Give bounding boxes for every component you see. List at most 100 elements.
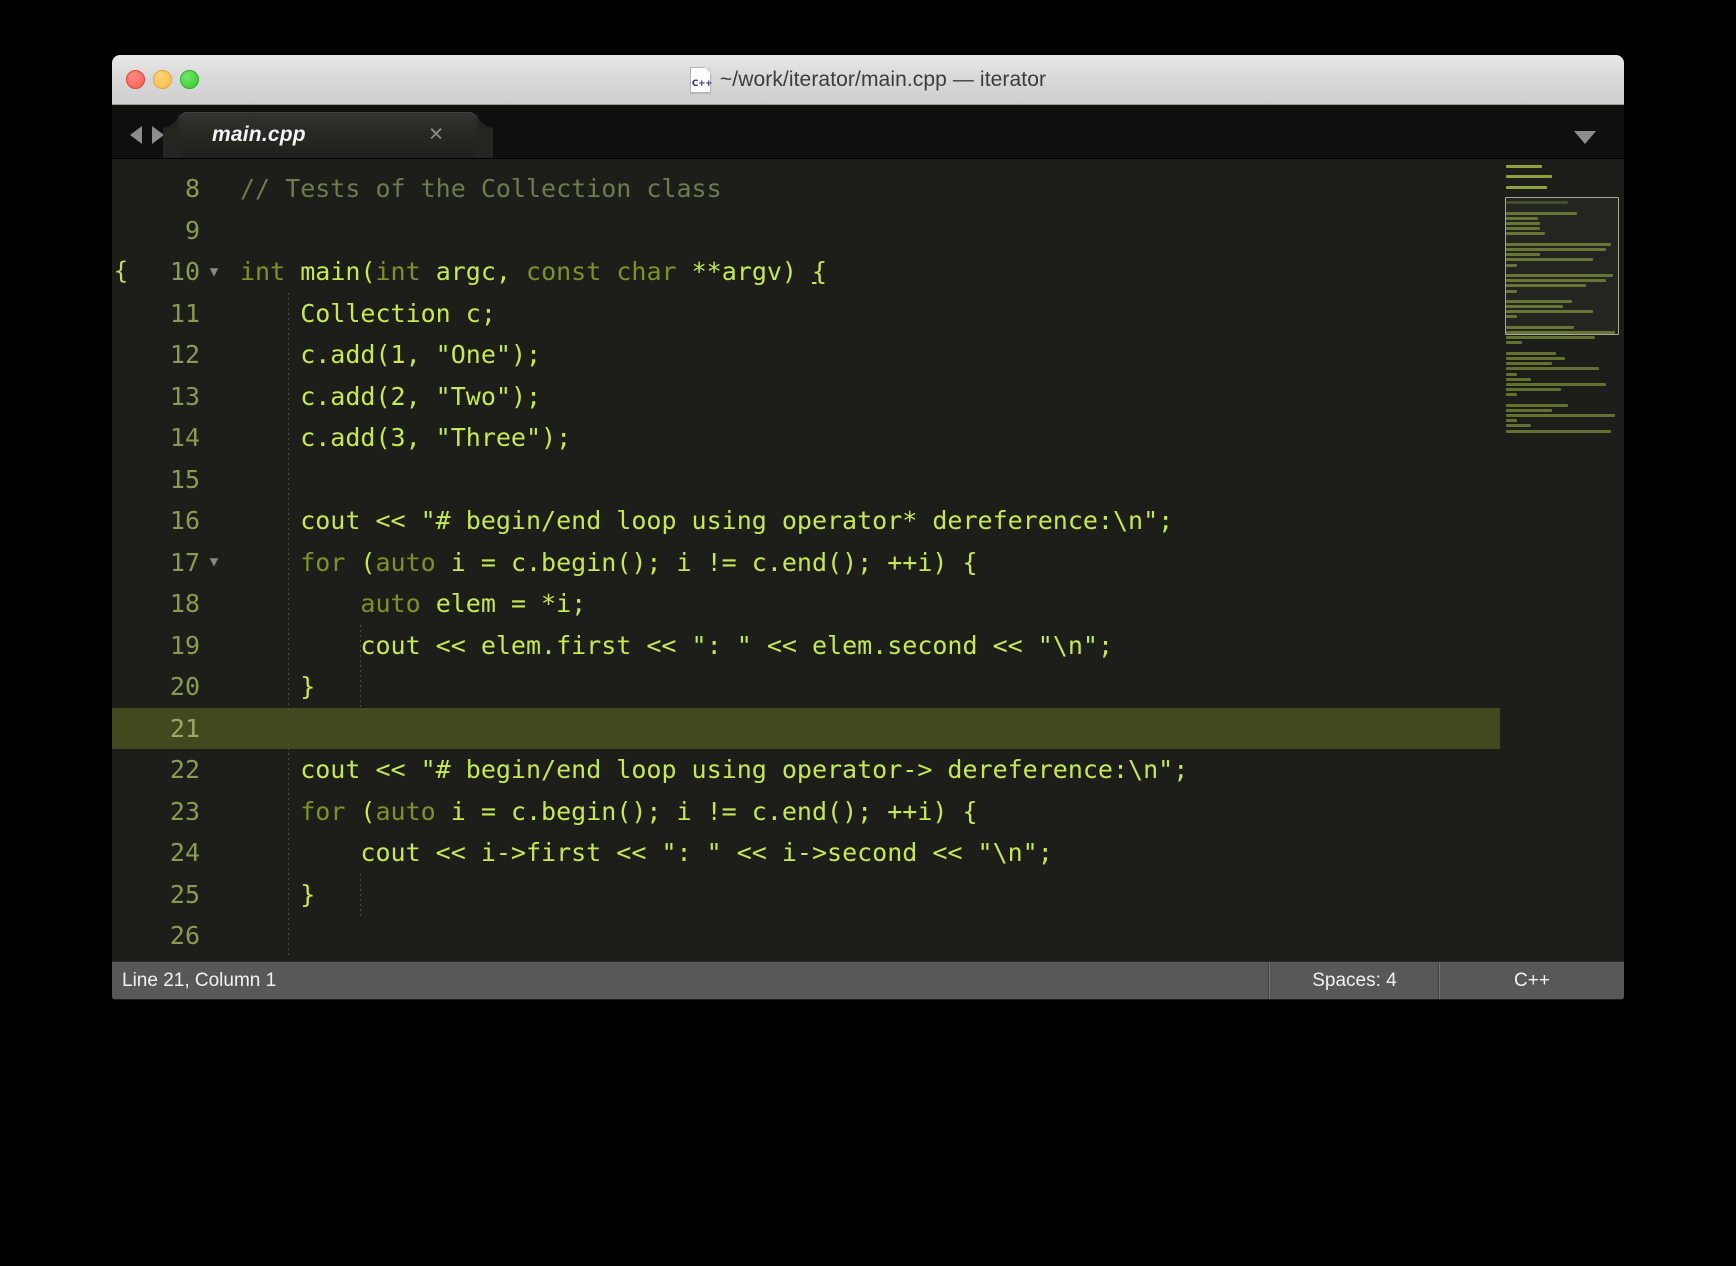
code-token: ;: [1037, 838, 1053, 867]
code-token: }: [240, 672, 316, 701]
code-line[interactable]: 17 ▼ for (auto i = c.begin(); i != c.end(…: [112, 542, 1624, 584]
minimize-window-button[interactable]: [153, 70, 172, 89]
code-token: (: [345, 796, 376, 826]
minimap-line: [1506, 279, 1607, 283]
code-token: int: [375, 257, 421, 286]
code-line[interactable]: 15: [112, 459, 1624, 501]
minimap-line: [1506, 258, 1593, 262]
line-number: 13: [169, 381, 200, 411]
line-number: 12: [169, 340, 200, 369]
minimap-line: [1506, 253, 1541, 257]
minimap-line: [1506, 362, 1552, 366]
code-token: c.add(2,: [240, 381, 436, 411]
code-line[interactable]: 9: [112, 210, 1624, 252]
code-lines[interactable]: 8// Tests of the Collection class 9{10 ▼ in…: [112, 159, 1624, 961]
code-text: cout << i->first << ": " << i->second <<…: [228, 832, 1053, 874]
minimap-line: [1506, 382, 1607, 386]
cursor-position-status[interactable]: Line 21, Column 1: [112, 970, 1269, 992]
tab-main-cpp[interactable]: main.cpp ✕: [163, 112, 493, 158]
code-text: int main(int argc, const char **argv) {: [228, 251, 827, 293]
code-line[interactable]: 12 c.add(1, "One");: [112, 334, 1624, 376]
code-line[interactable]: 24 cout << i->first << ": " << i->second…: [112, 832, 1624, 874]
line-number: 22: [169, 755, 200, 784]
minimap-line: [1506, 248, 1607, 251]
code-line[interactable]: 11 Collection c;: [112, 293, 1624, 335]
chevron-down-icon[interactable]: [1574, 131, 1596, 144]
zoom-window-button[interactable]: [180, 70, 199, 89]
line-number: 17: [169, 547, 200, 577]
code-line[interactable]: 21: [112, 707, 1624, 749]
minimap-line: [1506, 227, 1541, 231]
code-token: (: [360, 257, 376, 286]
window-titlebar[interactable]: C++ ~/work/iterator/main.cpp — iterator: [112, 55, 1624, 105]
minimap-line: [1506, 336, 1595, 340]
code-line[interactable]: 14 c.add(3, "Three");: [112, 417, 1624, 459]
minimap-line: [1506, 408, 1552, 412]
syntax-mode-status[interactable]: C++: [1439, 962, 1624, 999]
code-token: cout << elem.first <<: [240, 630, 692, 660]
code-line[interactable]: 20 }: [112, 666, 1624, 708]
code-text: c.add(1, "One");: [228, 334, 541, 376]
window-title: ~/work/iterator/main.cpp — iterator: [719, 67, 1047, 91]
close-window-button[interactable]: [126, 70, 145, 89]
code-token: Collection c;: [240, 298, 496, 328]
minimap-line: [1506, 429, 1611, 433]
code-token: auto: [360, 589, 421, 618]
code-line[interactable]: 25 }: [112, 874, 1624, 916]
code-line[interactable]: 22 cout << "# begin/end loop using opera…: [112, 749, 1624, 791]
minimap-line: [1506, 201, 1568, 205]
code-token: cout <<: [240, 755, 421, 784]
minimap-line: [1506, 273, 1614, 277]
line-number: 8: [184, 174, 200, 203]
code-token: int: [240, 257, 286, 286]
indentation-status[interactable]: Spaces: 4: [1269, 962, 1439, 999]
code-token: << i->second <<: [721, 838, 978, 867]
code-token: "\n": [1037, 630, 1098, 660]
minimap-line: [1506, 419, 1518, 423]
code-token: char: [616, 257, 677, 286]
tab-bar: main.cpp ✕: [112, 105, 1624, 159]
code-token: ": ": [691, 630, 752, 660]
code-line[interactable]: 16 cout << "# begin/end loop using opera…: [112, 500, 1624, 542]
code-token: (: [345, 547, 376, 577]
minimap-line: [1506, 284, 1586, 288]
code-line[interactable]: 23 for (auto i = c.begin(); i != c.end()…: [112, 791, 1624, 833]
code-text: // Tests of the Collection class: [228, 168, 722, 210]
code-line[interactable]: {10 ▼ int main(int argc, const char **argv…: [112, 251, 1624, 293]
triangle-left-icon[interactable]: [130, 126, 142, 144]
code-line[interactable]: 18 auto elem = *i;: [112, 583, 1624, 625]
minimap-line: [1506, 289, 1518, 293]
code-token: i = c.begin(); i != c.end(); ++i) {: [435, 547, 978, 577]
code-token: ": ": [661, 838, 722, 867]
minimap-line: [1506, 424, 1532, 428]
minimap-line: [1506, 414, 1616, 417]
code-line[interactable]: 19 cout << elem.first << ": " << elem.se…: [112, 625, 1624, 667]
minimap-rows: [1506, 165, 1620, 433]
cpp-file-icon-label: C++: [691, 78, 713, 89]
indent-guide: [360, 874, 361, 916]
code-token: );: [510, 381, 542, 411]
code-line[interactable]: 13 c.add(2, "Two");: [112, 376, 1624, 418]
code-text: }: [228, 666, 315, 708]
minimap[interactable]: [1500, 159, 1624, 961]
line-number: 15: [169, 464, 200, 494]
code-line[interactable]: 8 // Tests of the Collection class: [112, 168, 1624, 210]
fold-arrow-icon[interactable]: ▼: [200, 265, 228, 279]
fold-arrow-icon[interactable]: ▼: [200, 555, 228, 569]
minimap-line: [1506, 356, 1566, 360]
code-editor[interactable]: 8// Tests of the Collection class 9{10 ▼ in…: [112, 159, 1624, 961]
code-text: for (auto i = c.begin(); i != c.end(); +…: [228, 542, 978, 584]
minimap-line: [1506, 403, 1568, 407]
close-icon[interactable]: ✕: [428, 125, 444, 145]
minimap-line: [1506, 242, 1611, 246]
cpp-file-icon: C++: [689, 66, 713, 93]
line-number: 25: [169, 879, 200, 909]
code-token: "Three": [435, 423, 542, 452]
code-line[interactable]: 26: [112, 915, 1624, 957]
code-token: argc,: [420, 257, 527, 286]
code-token: c.add(3,: [240, 423, 436, 452]
code-token: << elem.second <<: [751, 630, 1038, 660]
minimap-line: [1506, 263, 1518, 267]
